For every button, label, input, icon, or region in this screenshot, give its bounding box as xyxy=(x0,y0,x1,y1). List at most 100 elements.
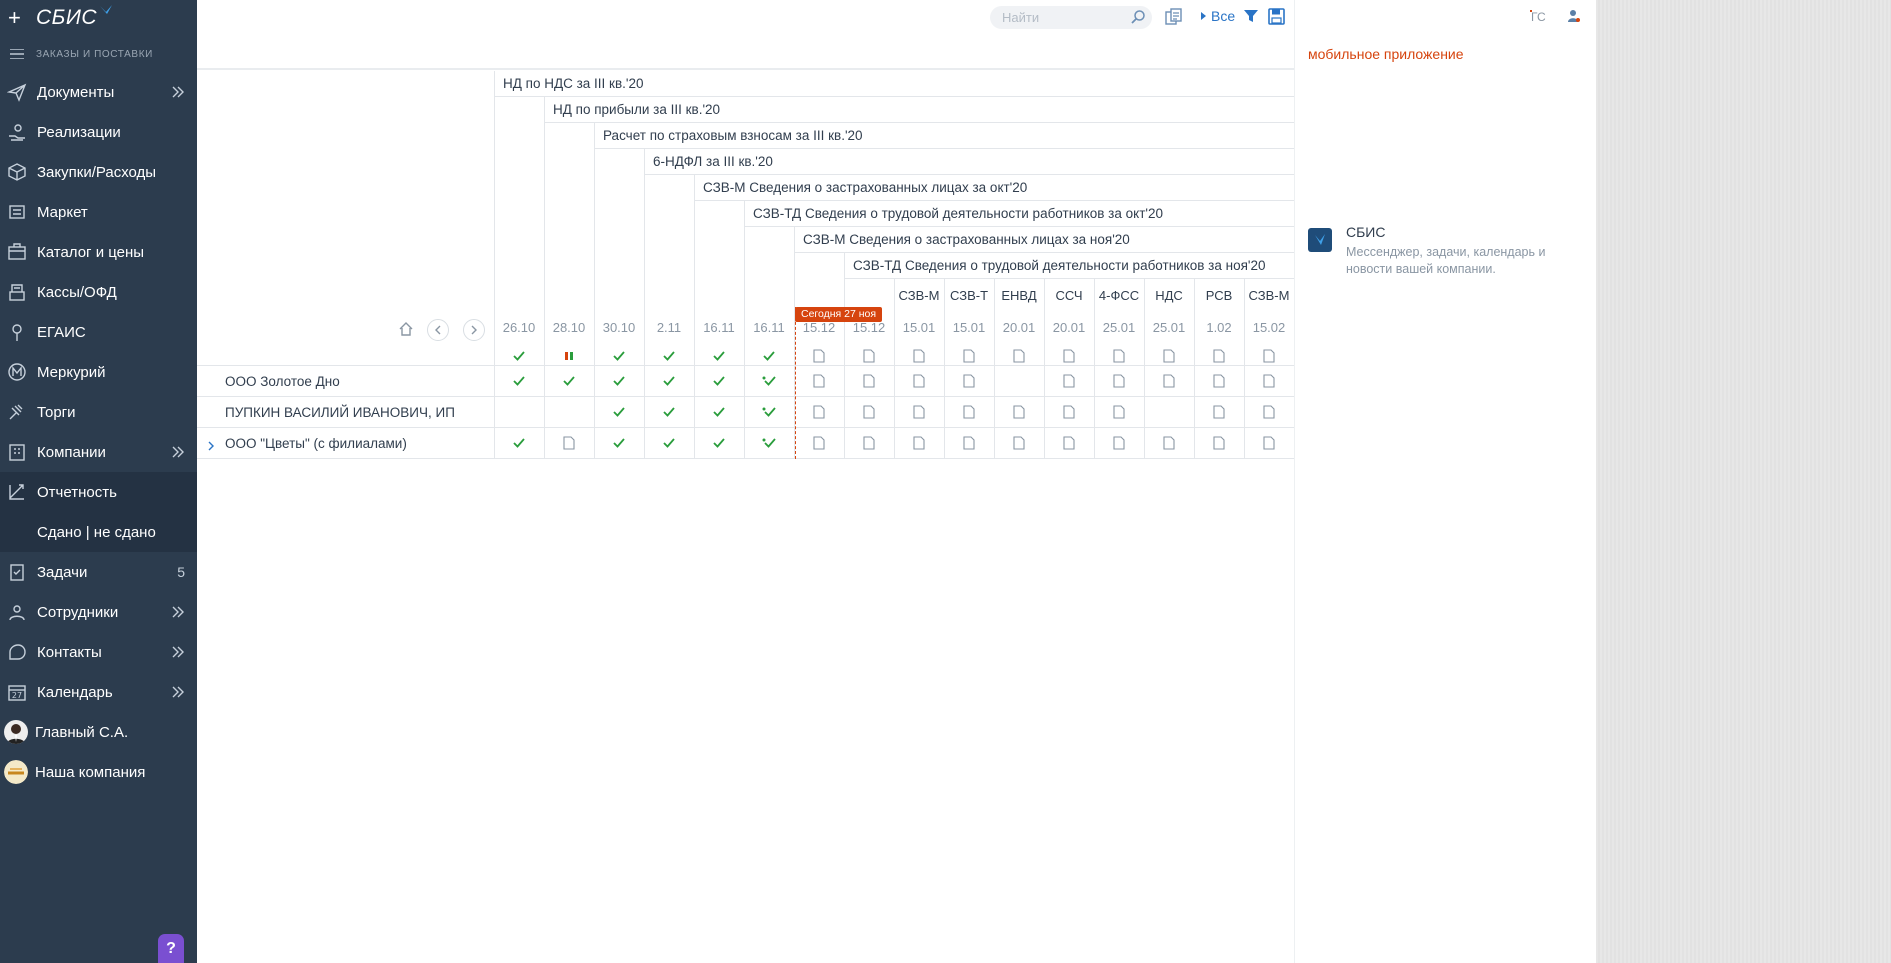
double-chevron-right-icon[interactable] xyxy=(171,685,185,703)
status-cell[interactable] xyxy=(494,433,544,453)
status-cell[interactable] xyxy=(994,433,1044,453)
status-cell[interactable] xyxy=(744,346,794,366)
search-box[interactable] xyxy=(990,6,1152,29)
status-cell[interactable] xyxy=(1094,402,1144,422)
sidebar-item-4[interactable]: Каталог и цены xyxy=(0,232,197,272)
sidebar-item-3[interactable]: Маркет xyxy=(0,192,197,232)
app-logo[interactable]: СБИС xyxy=(36,6,97,30)
report-abbr-header[interactable]: РСВ xyxy=(1194,283,1244,309)
status-cell[interactable] xyxy=(694,346,744,366)
report-header[interactable]: СЗВ-М Сведения о застрахованных лицах за… xyxy=(794,227,1294,253)
sidebar-section-header[interactable]: ЗАКАЗЫ И ПОСТАВКИ xyxy=(0,36,197,72)
status-cell[interactable] xyxy=(994,346,1044,366)
next-period-button[interactable] xyxy=(463,319,485,341)
sidebar-item-14[interactable]: 27 Календарь xyxy=(0,672,197,712)
create-plus-icon[interactable]: + xyxy=(8,7,28,29)
double-chevron-right-icon[interactable] xyxy=(171,605,185,623)
report-abbr-header[interactable]: ССЧ xyxy=(1044,283,1094,309)
report-header[interactable]: НД по прибыли за III кв.'20 xyxy=(544,97,1294,123)
sidebar-item-7[interactable]: Меркурий xyxy=(0,352,197,392)
sidebar-item-8[interactable]: Торги xyxy=(0,392,197,432)
status-cell[interactable] xyxy=(794,346,844,366)
sidebar-item-11[interactable]: Задачи 5 xyxy=(0,552,197,592)
status-cell[interactable] xyxy=(744,433,794,453)
status-cell[interactable] xyxy=(1044,346,1094,366)
status-cell[interactable] xyxy=(994,402,1044,422)
status-cell[interactable] xyxy=(594,402,644,422)
status-cell[interactable] xyxy=(1094,346,1144,366)
report-header[interactable]: СЗВ-М Сведения о застрахованных лицах за… xyxy=(694,175,1294,201)
user-initials[interactable]: ГС xyxy=(1530,10,1546,24)
filter-all-toggle[interactable]: Все xyxy=(1201,8,1235,24)
status-cell[interactable] xyxy=(844,346,894,366)
sidebar-item-9[interactable]: Компании xyxy=(0,432,197,472)
status-cell[interactable] xyxy=(644,371,694,391)
report-header[interactable]: 6-НДФЛ за III кв.'20 xyxy=(644,149,1294,175)
sidebar-item-1[interactable]: Реализации xyxy=(0,112,197,152)
status-cell[interactable] xyxy=(1094,371,1144,391)
filter-icon[interactable] xyxy=(1243,8,1259,24)
sidebar-item-12[interactable]: Сотрудники xyxy=(0,592,197,632)
status-cell[interactable] xyxy=(594,433,644,453)
status-cell[interactable] xyxy=(1244,371,1294,391)
status-cell[interactable] xyxy=(644,433,694,453)
report-abbr-header[interactable]: 4-ФСС xyxy=(1094,283,1144,309)
status-cell[interactable] xyxy=(594,371,644,391)
status-cell[interactable] xyxy=(744,402,794,422)
status-cell[interactable] xyxy=(644,346,694,366)
status-cell[interactable] xyxy=(1194,371,1244,391)
status-cell[interactable] xyxy=(1094,433,1144,453)
status-cell[interactable] xyxy=(1244,433,1294,453)
prev-period-button[interactable] xyxy=(427,319,449,341)
status-cell[interactable] xyxy=(494,371,544,391)
status-cell[interactable] xyxy=(1044,402,1094,422)
organization-name[interactable]: ООО Золотое Дно xyxy=(225,374,340,389)
status-cell[interactable] xyxy=(1044,433,1094,453)
status-cell[interactable] xyxy=(594,346,644,366)
status-cell[interactable] xyxy=(494,346,544,366)
double-chevron-right-icon[interactable] xyxy=(171,85,185,103)
report-abbr-header[interactable]: СЗВ-Т xyxy=(944,283,994,309)
status-cell[interactable] xyxy=(1194,402,1244,422)
status-cell[interactable] xyxy=(1144,371,1194,391)
status-cell[interactable] xyxy=(694,371,744,391)
status-cell[interactable] xyxy=(544,433,594,453)
status-cell[interactable] xyxy=(644,402,694,422)
status-cell[interactable] xyxy=(794,402,844,422)
organization-name[interactable]: ПУПКИН ВАСИЛИЙ ИВАНОВИЧ, ИП xyxy=(225,405,455,420)
status-cell[interactable] xyxy=(694,433,744,453)
status-cell[interactable] xyxy=(944,402,994,422)
status-cell[interactable] xyxy=(1044,371,1094,391)
sidebar-item-2[interactable]: Закупки/Расходы xyxy=(0,152,197,192)
status-cell[interactable] xyxy=(894,371,944,391)
status-cell[interactable] xyxy=(894,402,944,422)
search-input[interactable] xyxy=(1002,10,1122,25)
report-header[interactable]: НД по НДС за III кв.'20 xyxy=(494,71,1294,97)
status-cell[interactable] xyxy=(794,433,844,453)
status-cell[interactable] xyxy=(1144,346,1194,366)
sidebar-subitem-submitted[interactable]: Сдано | не сдано xyxy=(0,512,197,552)
status-cell[interactable] xyxy=(894,346,944,366)
sidebar-item-16[interactable]: Наша компания xyxy=(0,752,197,792)
sidebar-item-0[interactable]: Документы xyxy=(0,72,197,112)
user-profile-icon[interactable] xyxy=(1567,9,1581,23)
status-cell[interactable] xyxy=(544,346,594,366)
mobile-app-link[interactable]: мобильное приложение xyxy=(1308,46,1464,62)
sidebar-item-6[interactable]: ЕГАИС xyxy=(0,312,197,352)
report-header[interactable]: СЗВ-ТД Сведения о трудовой деятельности … xyxy=(844,253,1294,279)
status-cell[interactable] xyxy=(544,371,594,391)
menu-icon[interactable] xyxy=(10,46,24,63)
status-cell[interactable] xyxy=(844,402,894,422)
double-chevron-right-icon[interactable] xyxy=(171,445,185,463)
status-cell[interactable] xyxy=(844,371,894,391)
status-cell[interactable] xyxy=(1194,433,1244,453)
organization-name[interactable]: ООО "Цветы" (с филиалами) xyxy=(225,436,407,451)
save-icon[interactable] xyxy=(1268,8,1285,25)
copy-docs-icon[interactable] xyxy=(1165,8,1183,26)
status-cell[interactable] xyxy=(1144,433,1194,453)
status-cell[interactable] xyxy=(1194,346,1244,366)
status-cell[interactable] xyxy=(744,371,794,391)
status-cell[interactable] xyxy=(844,433,894,453)
status-cell[interactable] xyxy=(694,402,744,422)
help-button[interactable]: ? xyxy=(158,934,184,963)
